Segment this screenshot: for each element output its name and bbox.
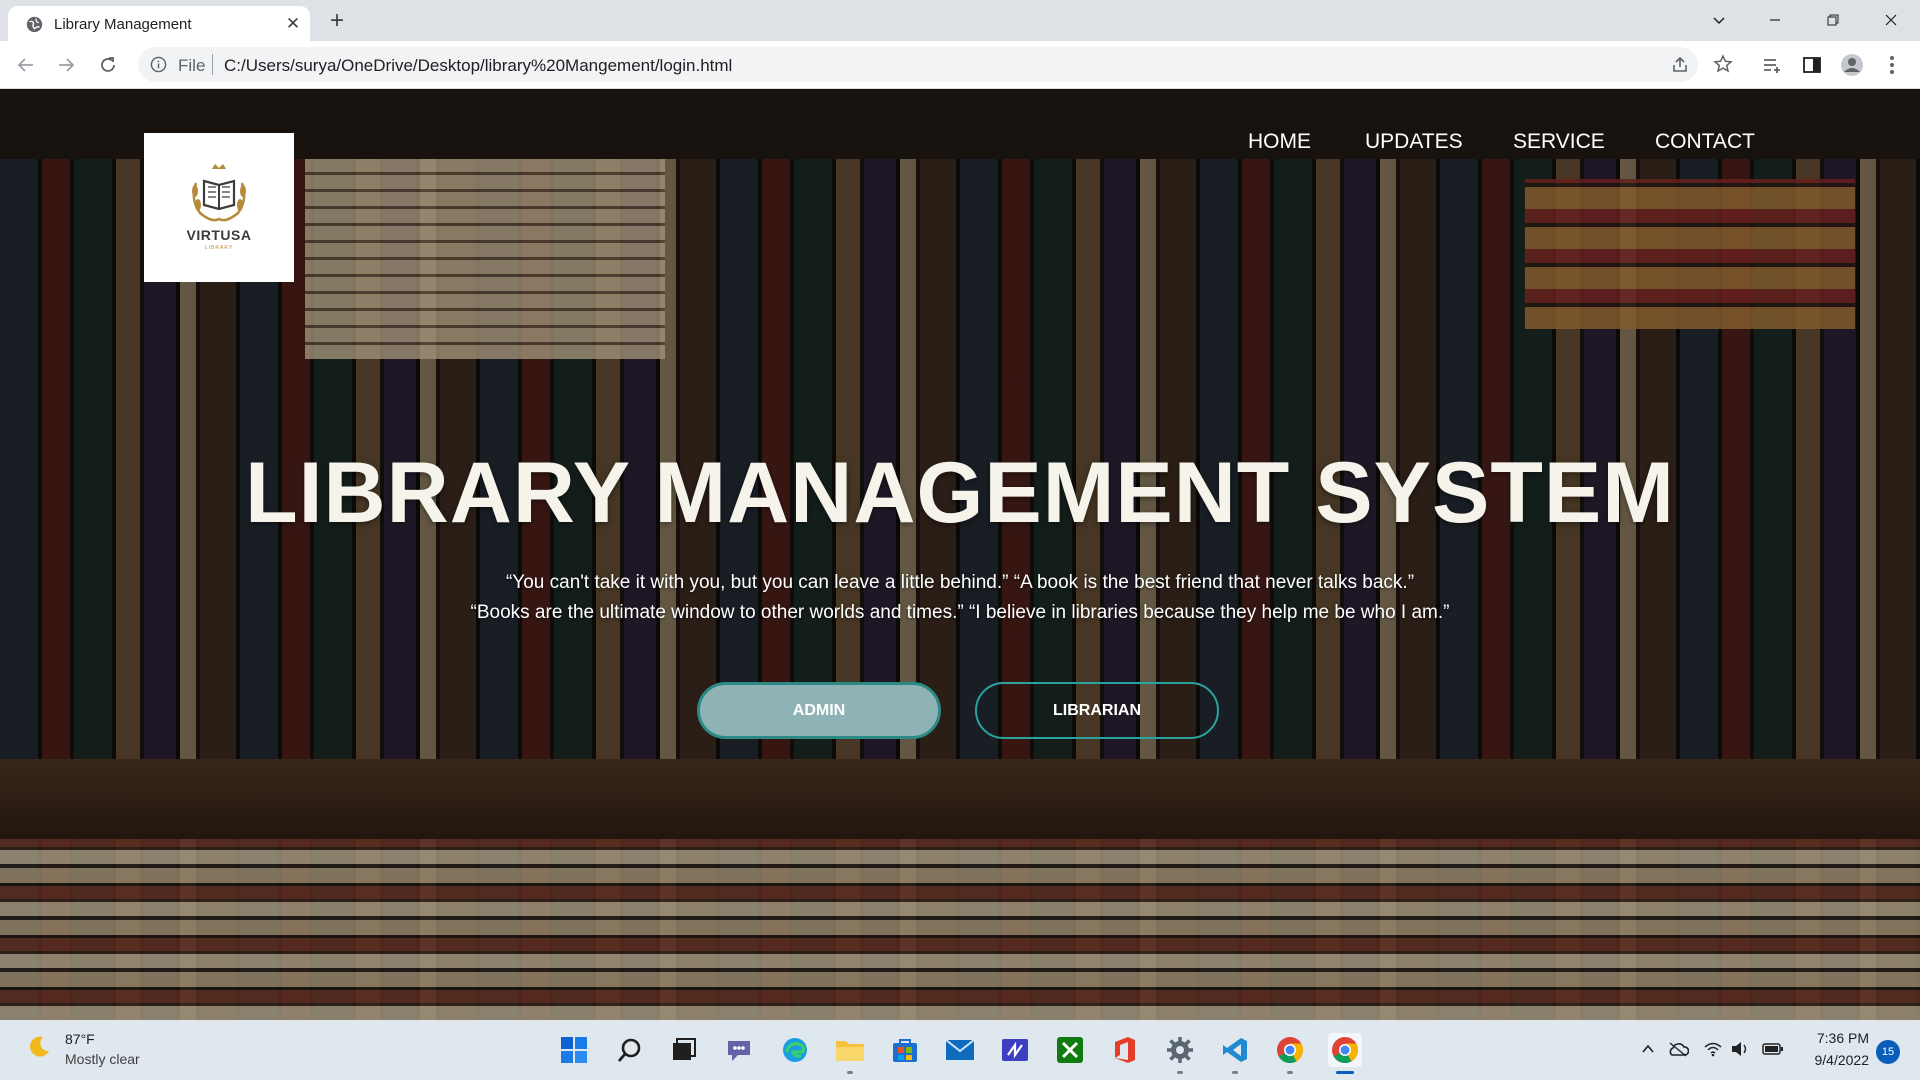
nav-updates[interactable]: UPDATES bbox=[1365, 130, 1463, 154]
clock-date[interactable]: 9/4/2022 bbox=[1795, 1052, 1870, 1068]
url-text[interactable]: C:/Users/surya/OneDrive/Desktop/library%… bbox=[224, 56, 732, 76]
windows-start-icon[interactable] bbox=[557, 1033, 591, 1067]
quote-line-1: “You can't take it with you, but you can… bbox=[505, 572, 1415, 593]
browser-tab-bar: Library Management ✕ + bbox=[0, 0, 1920, 41]
settings-gear-icon[interactable] bbox=[1163, 1033, 1197, 1067]
menu-kebab-icon[interactable] bbox=[1880, 53, 1904, 77]
side-panel-icon[interactable] bbox=[1800, 53, 1824, 77]
minimize-icon[interactable] bbox=[1752, 0, 1798, 40]
speaker-icon[interactable] bbox=[1729, 1038, 1751, 1060]
chrome-icon[interactable] bbox=[1273, 1033, 1307, 1067]
nav-contact[interactable]: CONTACT bbox=[1655, 130, 1755, 154]
bookmark-star-icon[interactable] bbox=[1713, 54, 1733, 74]
profile-avatar-icon[interactable] bbox=[1840, 53, 1864, 77]
search-icon[interactable] bbox=[613, 1033, 647, 1067]
close-window-icon[interactable] bbox=[1868, 0, 1914, 40]
info-icon[interactable] bbox=[150, 56, 167, 73]
browser-tab[interactable]: Library Management ✕ bbox=[8, 6, 310, 41]
running-indicator bbox=[847, 1071, 853, 1074]
hero-title: LIBRARY MANAGEMENT SYSTEM bbox=[245, 445, 1675, 541]
notification-badge[interactable]: 15 bbox=[1876, 1040, 1900, 1064]
scheme-label: File bbox=[178, 56, 206, 75]
admin-button[interactable]: ADMIN bbox=[697, 682, 941, 739]
reading-list-icon[interactable] bbox=[1760, 53, 1784, 77]
battery-charging-icon[interactable] bbox=[1762, 1038, 1784, 1060]
new-tab-button[interactable]: + bbox=[324, 8, 350, 34]
omnibox-divider bbox=[212, 54, 213, 75]
edge-browser-icon[interactable] bbox=[778, 1033, 812, 1067]
clock-time[interactable]: 7:36 PM bbox=[1795, 1030, 1869, 1046]
open-book-laurel-icon bbox=[192, 164, 246, 222]
logo-subtitle: LIBRARY bbox=[204, 245, 234, 251]
windows-taskbar: 87°F Mostly clear 7:36 PM 9/4/2022 15 bbox=[0, 1020, 1920, 1080]
back-arrow-icon[interactable] bbox=[10, 49, 42, 81]
tab-title: Library Management bbox=[54, 16, 192, 33]
onedrive-cloud-icon[interactable] bbox=[1667, 1038, 1689, 1060]
librarian-button[interactable]: LIBRARIAN bbox=[975, 682, 1219, 739]
teams-chat-icon[interactable] bbox=[722, 1033, 756, 1067]
office-icon[interactable] bbox=[1108, 1033, 1142, 1067]
nav-home[interactable]: HOME bbox=[1248, 130, 1311, 154]
running-indicator bbox=[1177, 1071, 1183, 1074]
forward-arrow-icon[interactable] bbox=[50, 49, 82, 81]
browser-toolbar: File C:/Users/surya/OneDrive/Desktop/lib… bbox=[0, 41, 1920, 89]
chrome-active-icon[interactable] bbox=[1328, 1033, 1362, 1067]
xbox-icon[interactable] bbox=[1053, 1033, 1087, 1067]
visual-studio-icon[interactable] bbox=[998, 1033, 1032, 1067]
wifi-icon[interactable] bbox=[1702, 1038, 1724, 1060]
running-indicator bbox=[1287, 1071, 1293, 1074]
moon-icon bbox=[30, 1036, 49, 1057]
library-login-page: VIRTUSA LIBRARY HOME UPDATES SERVICE CON… bbox=[0, 89, 1920, 1020]
file-explorer-icon[interactable] bbox=[833, 1033, 867, 1067]
active-app-indicator bbox=[1336, 1071, 1354, 1074]
reload-icon[interactable] bbox=[92, 49, 124, 81]
restore-icon[interactable] bbox=[1810, 0, 1856, 40]
globe-icon bbox=[26, 16, 43, 33]
task-view-icon[interactable] bbox=[667, 1033, 701, 1067]
chevron-up-icon[interactable] bbox=[1637, 1038, 1659, 1060]
quote-line-2: “Books are the ultimate window to other … bbox=[470, 602, 1450, 623]
microsoft-store-icon[interactable] bbox=[888, 1033, 922, 1067]
address-bar[interactable]: File C:/Users/surya/OneDrive/Desktop/lib… bbox=[138, 47, 1698, 82]
nav-service[interactable]: SERVICE bbox=[1513, 130, 1605, 154]
vscode-icon[interactable] bbox=[1218, 1033, 1252, 1067]
close-tab-icon[interactable]: ✕ bbox=[282, 13, 304, 35]
tab-search-chevron-icon[interactable] bbox=[1696, 0, 1742, 40]
mail-icon[interactable] bbox=[943, 1033, 977, 1067]
share-icon[interactable] bbox=[1670, 55, 1690, 75]
weather-temperature: 87°F bbox=[65, 1031, 95, 1047]
virtusa-logo[interactable]: VIRTUSA LIBRARY bbox=[144, 133, 294, 282]
weather-description: Mostly clear bbox=[65, 1051, 140, 1067]
logo-wordmark: VIRTUSA bbox=[186, 227, 252, 243]
running-indicator bbox=[1232, 1071, 1238, 1074]
